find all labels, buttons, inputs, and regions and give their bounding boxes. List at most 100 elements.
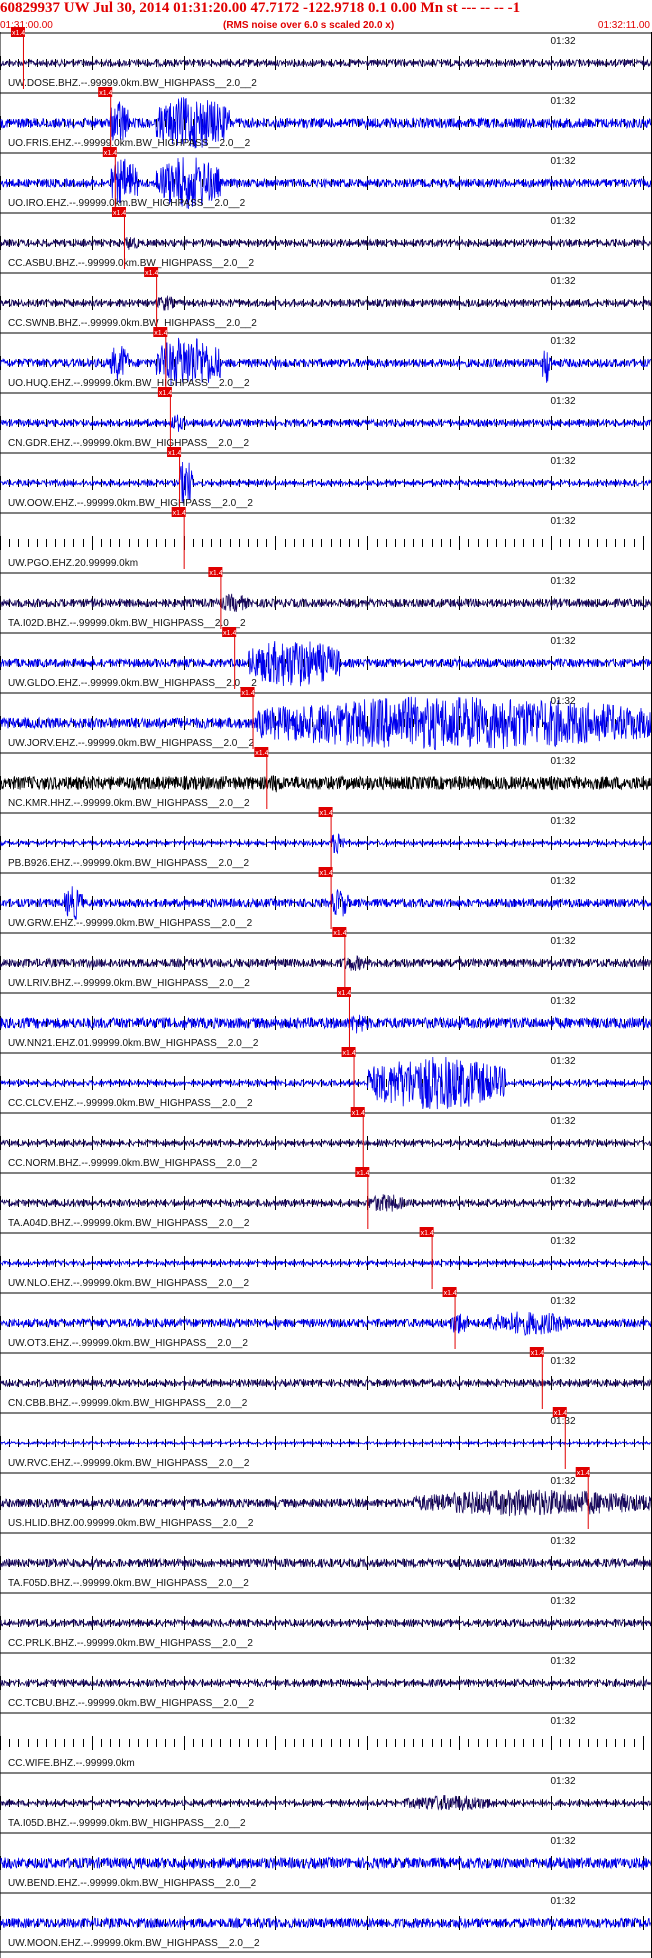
station-label: TA.I02D.BHZ.--.99999.0km.BW_HIGHPASS__2.…	[8, 618, 246, 629]
station-label: US.HLID.BHZ.00.99999.0km.BW_HIGHPASS__2.…	[8, 1518, 254, 1529]
station-label: CC.SWNB.BHZ.--.99999.0km.BW_HIGHPASS__2.…	[8, 318, 257, 329]
station-label: CC.ASBU.BHZ.--.99999.0km.BW_HIGHPASS__2.…	[8, 258, 254, 269]
station-label: UW.BEND.EHZ.--.99999.0km.BW_HIGHPASS__2.…	[8, 1878, 257, 1889]
station-label: UW.NN21.EHZ.01.99999.0km.BW_HIGHPASS__2.…	[8, 1038, 259, 1049]
pick-marker-label: x1.4	[554, 1410, 567, 1417]
waveform-trace	[0, 1311, 652, 1336]
minute-mark-label: 01:32	[550, 456, 575, 467]
station-label: UW.NLO.EHZ.--.99999.0km.BW_HIGHPASS__2.0…	[8, 1278, 249, 1289]
minute-mark-label: 01:32	[550, 1116, 575, 1127]
station-label: UW.DOSE.BHZ.--.99999.0km.BW_HIGHPASS__2.…	[8, 78, 257, 89]
waveform-trace	[0, 1014, 652, 1034]
waveform-trace	[0, 1794, 652, 1811]
station-label: UW.RVC.EHZ.--.99999.0km.BW_HIGHPASS__2.0…	[8, 1458, 250, 1469]
minute-mark-label: 01:32	[550, 636, 575, 647]
minute-mark-label: 01:32	[550, 936, 575, 947]
station-label: CC.WIFE.BHZ.--.99999.0km	[8, 1758, 135, 1769]
waveform-trace	[0, 886, 652, 920]
minute-mark-label: 01:32	[550, 1836, 575, 1847]
station-label: CC.NORM.BHZ.--.99999.0km.BW_HIGHPASS__2.…	[8, 1158, 258, 1169]
pick-marker-label: x1.4	[113, 210, 126, 217]
waveform-trace	[0, 1916, 652, 1930]
waveform-trace	[0, 1259, 652, 1267]
minute-mark-label: 01:32	[550, 396, 575, 407]
pick-marker-label: x1.4	[223, 630, 236, 637]
waveform-trace	[0, 58, 652, 68]
station-label: UW.GLDO.EHZ.--.99999.0km.BW_HIGHPASS__2.…	[8, 678, 257, 689]
minute-mark-label: 01:32	[550, 1716, 575, 1727]
minute-mark-label: 01:32	[550, 36, 575, 47]
pick-marker-label: x1.4	[104, 150, 117, 157]
waveform-trace	[0, 955, 652, 971]
waveform-trace	[0, 1678, 652, 1688]
minute-mark-label: 01:32	[550, 1776, 575, 1787]
minute-mark-label: 01:32	[550, 1176, 575, 1187]
waveform-trace	[0, 1557, 652, 1569]
minute-mark-label: 01:32	[550, 576, 575, 587]
minute-mark-label: 01:32	[550, 216, 575, 227]
minute-mark-label: 01:32	[550, 1536, 575, 1547]
minute-mark-label: 01:32	[550, 756, 575, 767]
minute-mark-label: 01:32	[550, 816, 575, 827]
waveform-trace	[0, 1138, 652, 1147]
minute-mark-label: 01:32	[550, 516, 575, 527]
minute-mark-label: 01:32	[550, 1356, 575, 1367]
minute-mark-label: 01:32	[550, 96, 575, 107]
pick-marker-label: x1.4	[255, 750, 268, 757]
waveform-trace	[0, 1488, 652, 1517]
station-label: CC.PRLK.BHZ.--.99999.0km.BW_HIGHPASS__2.…	[8, 1638, 253, 1649]
seismogram-plot: 01:32 UW.DOSE.BHZ.--.99999.0km.BW_HIGHPAS…	[0, 27, 652, 1958]
waveform-trace	[0, 775, 652, 793]
waveform-trace	[0, 414, 652, 432]
station-label: CN.GDR.EHZ.--.99999.0km.BW_HIGHPASS__2.0…	[8, 438, 249, 449]
pick-marker-label: x1.4	[154, 330, 167, 337]
station-label: TA.I05D.BHZ.--.99999.0km.BW_HIGHPASS__2.…	[8, 1818, 246, 1829]
pick-marker-label: x1.4	[577, 1470, 590, 1477]
waveform-trace	[0, 1194, 652, 1212]
pick-marker-label: x1.4	[145, 270, 158, 277]
station-label: UO.HUQ.EHZ.--.99999.0km.BW_HIGHPASS__2.0…	[8, 378, 250, 389]
pick-marker-label: x1.4	[333, 930, 346, 937]
minute-mark-label: 01:32	[550, 156, 575, 167]
pick-marker-label: x1.4	[444, 1290, 457, 1297]
waveform-trace	[0, 833, 652, 854]
pick-marker-label: x1.4	[242, 690, 255, 697]
waveform-trace	[0, 1618, 652, 1628]
minute-mark-label: 01:32	[550, 876, 575, 887]
waveform-trace	[0, 1440, 652, 1446]
waveform-trace	[0, 295, 652, 311]
minute-mark-label: 01:32	[550, 276, 575, 287]
pick-marker-label: x1.4	[159, 390, 172, 397]
minute-mark-label: 01:32	[550, 1476, 575, 1487]
station-label: UW.LRIV.BHZ.--.99999.0km.BW_HIGHPASS__2.…	[8, 978, 250, 989]
minute-mark-label: 01:32	[550, 1656, 575, 1667]
station-label: NC.KMR.HHZ.--.99999.0km.BW_HIGHPASS__2.0…	[8, 798, 250, 809]
station-label: CN.CBB.BHZ.--.99999.0km.BW_HIGHPASS__2.0…	[8, 1398, 248, 1409]
pick-marker-label: x1.4	[352, 1110, 365, 1117]
pick-marker-label: x1.4	[421, 1230, 434, 1237]
pick-marker-label: x1.4	[168, 450, 181, 457]
station-label: TA.A04D.BHZ.--.99999.0km.BW_HIGHPASS__2.…	[8, 1218, 250, 1229]
pick-marker-label: x1.4	[343, 1050, 356, 1057]
pick-marker-label: x1.4	[173, 510, 186, 517]
station-label: PB.B926.EHZ.--.99999.0km.BW_HIGHPASS__2.…	[8, 858, 249, 869]
pick-marker-label: x1.4	[338, 990, 351, 997]
pick-marker-label: x1.4	[320, 870, 333, 877]
minute-mark-label: 01:32	[550, 696, 575, 707]
minute-mark-label: 01:32	[550, 996, 575, 1007]
minute-mark-label: 01:32	[550, 1236, 575, 1247]
pick-marker-label: x1.4	[531, 1350, 544, 1357]
station-label: UW.OT3.EHZ.--.99999.0km.BW_HIGHPASS__2.0…	[8, 1338, 248, 1349]
waveform-trace	[0, 237, 652, 250]
pick-marker-label: x1.4	[12, 30, 25, 37]
pick-marker-label: x1.4	[320, 810, 333, 817]
minute-mark-label: 01:32	[550, 336, 575, 347]
station-label: UO.FRIS.EHZ.--.99999.0km.BW_HIGHPASS__2.…	[8, 138, 251, 149]
waveform-trace	[0, 1378, 652, 1388]
minute-mark-label: 01:32	[550, 1056, 575, 1067]
pick-marker-label: x1.4	[99, 90, 112, 97]
minute-mark-label: 01:32	[550, 1896, 575, 1907]
station-label: UW.GRW.EHZ.--.99999.0km.BW_HIGHPASS__2.0…	[8, 918, 253, 929]
station-label: CC.TCBU.BHZ.--.99999.0km.BW_HIGHPASS__2.…	[8, 1698, 254, 1709]
waveform-trace	[0, 1856, 652, 1870]
